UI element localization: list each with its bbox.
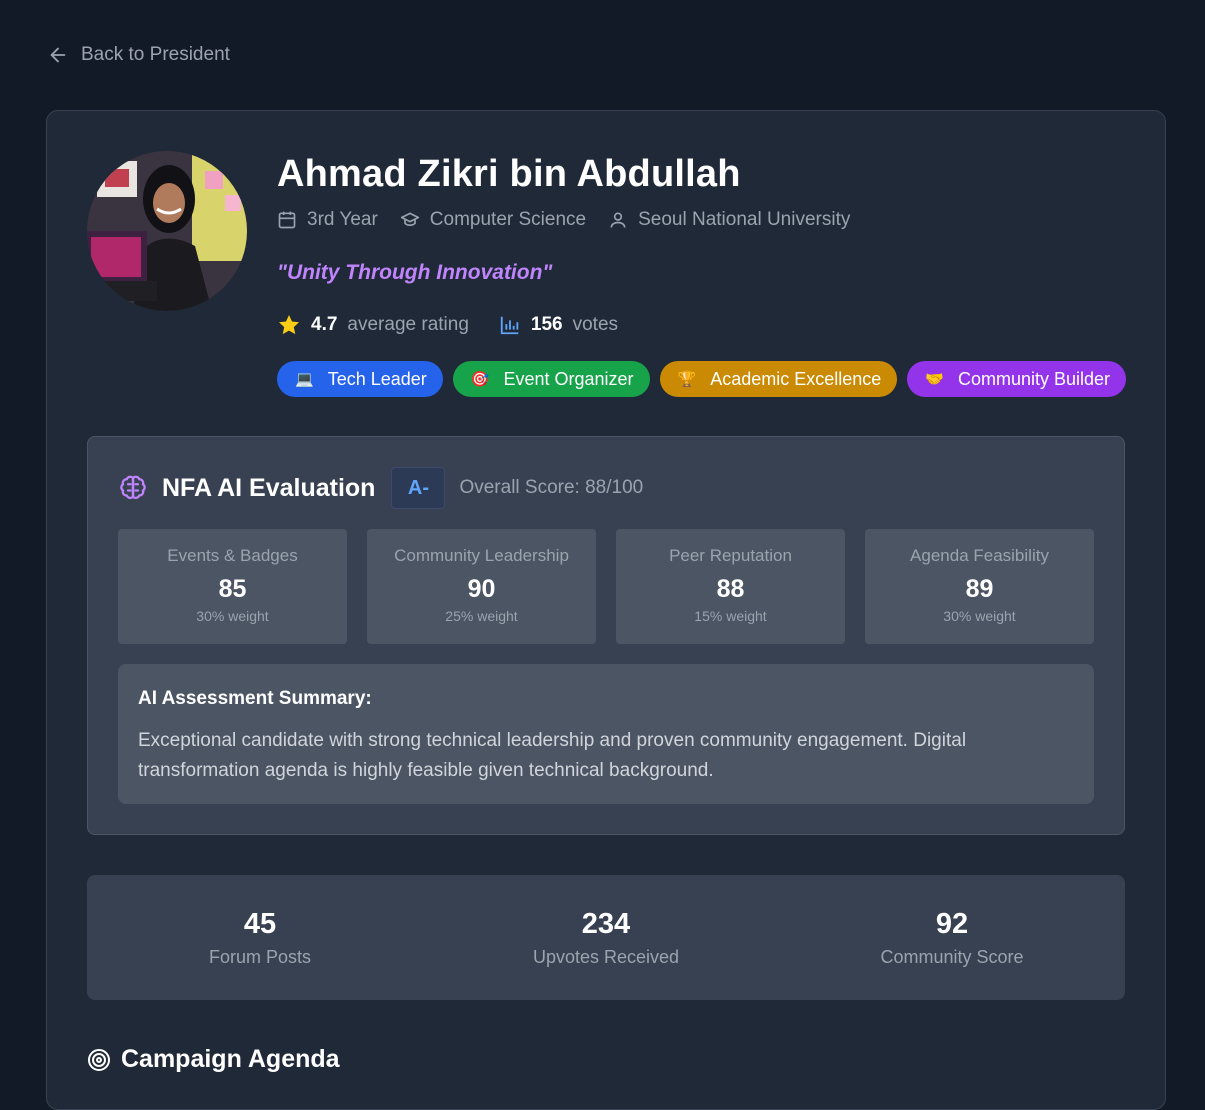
score-weight: 30% weight — [196, 608, 269, 624]
score-card-reputation: Peer Reputation 88 15% weight — [616, 529, 845, 644]
graduation-cap-icon — [400, 212, 419, 227]
university-label: Seoul National University — [638, 209, 851, 230]
score-label: Peer Reputation — [669, 546, 792, 565]
overall-score: Overall Score: 88/100 — [459, 477, 644, 498]
campaign-agenda-heading: Campaign Agenda — [87, 1045, 340, 1074]
back-link-label: Back to President — [81, 44, 230, 65]
score-label: Community Leadership — [394, 546, 569, 565]
university-meta: Seoul National University — [608, 209, 850, 231]
summary-title: AI Assessment Summary: — [138, 688, 372, 709]
badge-community-builder: 🤝 Community Builder — [907, 361, 1127, 397]
stat-label: Upvotes Received — [532, 946, 680, 967]
badge-tech-leader: 💻 Tech Leader — [277, 361, 443, 397]
badge-list: 💻 Tech Leader 🎯 Event Organizer 🏆 Academ… — [277, 361, 1127, 397]
score-weight: 30% weight — [943, 608, 1016, 624]
year-label: 3rd Year — [307, 209, 378, 230]
summary-text: Exceptional candidate with strong techni… — [138, 730, 967, 781]
badge-academic-excellence: 🏆 Academic Excellence — [659, 361, 898, 397]
stat-label: Forum Posts — [208, 946, 312, 967]
calendar-icon — [278, 211, 296, 229]
agenda-title: Campaign Agenda — [121, 1045, 340, 1073]
stat-label: Community Score — [880, 946, 1024, 967]
major-label: Computer Science — [429, 209, 587, 230]
forum-stats: 45 Forum Posts 234 Upvotes Received 92 C… — [87, 875, 1125, 1000]
badge-event-organizer: 🎯 Event Organizer — [452, 361, 650, 397]
star-icon — [279, 315, 299, 335]
laptop-icon: 💻 — [295, 371, 314, 388]
stat-value: 92 — [935, 907, 969, 940]
candidate-card: Ahmad Zikri bin Abdullah 3rd Year Comput… — [46, 110, 1166, 1110]
avatar — [87, 151, 247, 311]
badge-label: Academic Excellence — [710, 368, 882, 389]
target-icon: 🎯 — [470, 371, 490, 388]
score-value: 88 — [716, 575, 745, 603]
score-grid: Events & Badges 85 30% weight Community … — [118, 529, 1094, 644]
forum-posts-stat: 45 Forum Posts — [110, 908, 410, 968]
score-label: Agenda Feasibility — [910, 546, 1049, 565]
score-value: 90 — [467, 575, 496, 603]
candidate-meta: 3rd Year Computer Science Seoul National… — [277, 209, 850, 231]
major-meta: Computer Science — [400, 209, 586, 231]
bar-chart-icon — [500, 316, 519, 335]
rating-value: 4.7 — [311, 314, 338, 335]
trophy-icon: 🏆 — [677, 371, 697, 388]
campaign-slogan: "Unity Through Innovation" — [277, 261, 553, 284]
evaluation-header: NFA AI Evaluation A- Overall Score: 88/1… — [118, 467, 643, 509]
community-score-stat: 92 Community Score — [802, 908, 1102, 968]
rating-label: average rating — [347, 314, 469, 335]
score-card-agenda: Agenda Feasibility 89 30% weight — [865, 529, 1094, 644]
score-card-events: Events & Badges 85 30% weight — [118, 529, 347, 644]
evaluation-title: NFA AI Evaluation — [162, 473, 376, 502]
score-weight: 25% weight — [445, 608, 518, 624]
handshake-icon: 🤝 — [925, 371, 944, 388]
stat-value: 45 — [243, 907, 277, 940]
year-meta: 3rd Year — [277, 209, 378, 231]
badge-label: Community Builder — [957, 368, 1111, 389]
user-icon — [610, 212, 626, 228]
score-card-leadership: Community Leadership 90 25% weight — [367, 529, 596, 644]
score-value: 85 — [218, 575, 247, 603]
brain-icon — [120, 475, 146, 500]
assessment-summary: AI Assessment Summary: Exceptional candi… — [118, 664, 1094, 804]
back-link[interactable]: Back to President — [47, 44, 230, 66]
upvotes-stat: 234 Upvotes Received — [456, 908, 756, 968]
ai-evaluation-panel: NFA AI Evaluation A- Overall Score: 88/1… — [87, 436, 1125, 835]
votes-value: 156 — [530, 314, 563, 335]
badge-label: Tech Leader — [327, 368, 427, 389]
stat-value: 234 — [581, 907, 631, 940]
target-icon — [88, 1048, 110, 1071]
votes-stat: 156 votes — [499, 314, 618, 336]
votes-label: votes — [572, 314, 619, 335]
candidate-name: Ahmad Zikri bin Abdullah — [277, 153, 741, 195]
arrow-left-icon — [50, 47, 66, 63]
rating-stats: 4.7 average rating 156 votes — [277, 313, 618, 337]
badge-label: Event Organizer — [503, 368, 634, 389]
score-weight: 15% weight — [694, 608, 767, 624]
rating-stat: 4.7 average rating — [277, 313, 469, 337]
grade-badge: A- — [391, 467, 446, 509]
score-value: 89 — [965, 575, 994, 603]
score-label: Events & Badges — [167, 546, 298, 565]
